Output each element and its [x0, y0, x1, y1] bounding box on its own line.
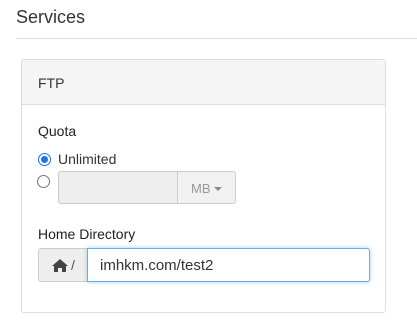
caret-down-icon	[213, 187, 222, 191]
home-icon	[52, 259, 68, 272]
home-directory-input[interactable]	[87, 248, 370, 282]
quota-unit-label: MB	[191, 181, 211, 196]
ftp-panel-heading: FTP	[22, 60, 385, 105]
quota-label: Quota	[38, 123, 77, 139]
quota-unit-dropdown[interactable]: MB	[177, 171, 236, 204]
quota-value-input[interactable]	[58, 171, 178, 204]
ftp-panel: FTP Quota Unlimited MB Home Directory /	[21, 59, 386, 313]
quota-unlimited-label[interactable]: Unlimited	[58, 151, 116, 167]
section-title: Services	[16, 7, 86, 27]
quota-custom-radio[interactable]	[37, 175, 50, 188]
root-slash: /	[71, 257, 75, 273]
home-directory-label: Home Directory	[38, 226, 136, 242]
quota-unlimited-radio[interactable]	[38, 153, 51, 166]
home-directory-prefix: /	[38, 248, 88, 282]
section-divider	[16, 38, 417, 39]
